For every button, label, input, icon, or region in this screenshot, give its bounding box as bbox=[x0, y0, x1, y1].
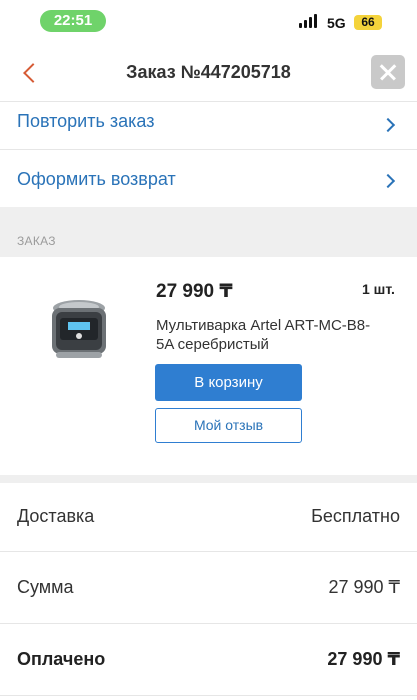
repeat-order-label: Повторить заказ bbox=[17, 111, 155, 131]
item-price: 27 990 ₸ bbox=[156, 281, 233, 302]
chevron-right-icon bbox=[380, 117, 396, 133]
make-return-row[interactable]: Оформить возврат bbox=[0, 150, 417, 206]
close-icon[interactable] bbox=[371, 55, 405, 89]
app-header: Заказ №447205718 bbox=[0, 44, 417, 102]
status-bar: 22:51 5G 66 bbox=[0, 0, 417, 44]
my-review-button[interactable]: Мой отзыв bbox=[155, 408, 302, 443]
add-to-cart-button[interactable]: В корзину bbox=[155, 364, 302, 401]
status-time: 22:51 bbox=[40, 10, 106, 32]
paid-value: 27 990 ₸ bbox=[327, 649, 400, 669]
signal-icon bbox=[299, 14, 321, 28]
section-label: ЗАКАЗ bbox=[17, 234, 56, 248]
sum-value: 27 990 ₸ bbox=[328, 577, 400, 597]
section-separator bbox=[0, 475, 417, 483]
order-section-header: ЗАКАЗ bbox=[0, 207, 417, 257]
make-return-label: Оформить возврат bbox=[17, 169, 176, 189]
item-name[interactable]: Мультиварка Artel ART-MC-B8-5A серебрист… bbox=[156, 316, 386, 354]
page-title: Заказ №447205718 bbox=[126, 62, 291, 82]
paid-row: Оплачено 27 990 ₸ bbox=[0, 624, 417, 694]
item-quantity: 1 шт. bbox=[362, 281, 395, 297]
sum-label: Сумма bbox=[17, 577, 74, 597]
delivery-value: Бесплатно bbox=[311, 506, 400, 526]
product-image bbox=[52, 300, 106, 358]
battery-icon: 66 bbox=[354, 15, 382, 30]
network-type: 5G bbox=[327, 15, 346, 31]
paid-label: Оплачено bbox=[17, 649, 106, 669]
sum-row: Сумма 27 990 ₸ bbox=[0, 552, 417, 622]
delivery-label: Доставка bbox=[17, 506, 95, 526]
chevron-right-icon bbox=[380, 173, 396, 189]
divider bbox=[0, 695, 417, 696]
delivery-row: Доставка Бесплатно bbox=[0, 483, 417, 553]
